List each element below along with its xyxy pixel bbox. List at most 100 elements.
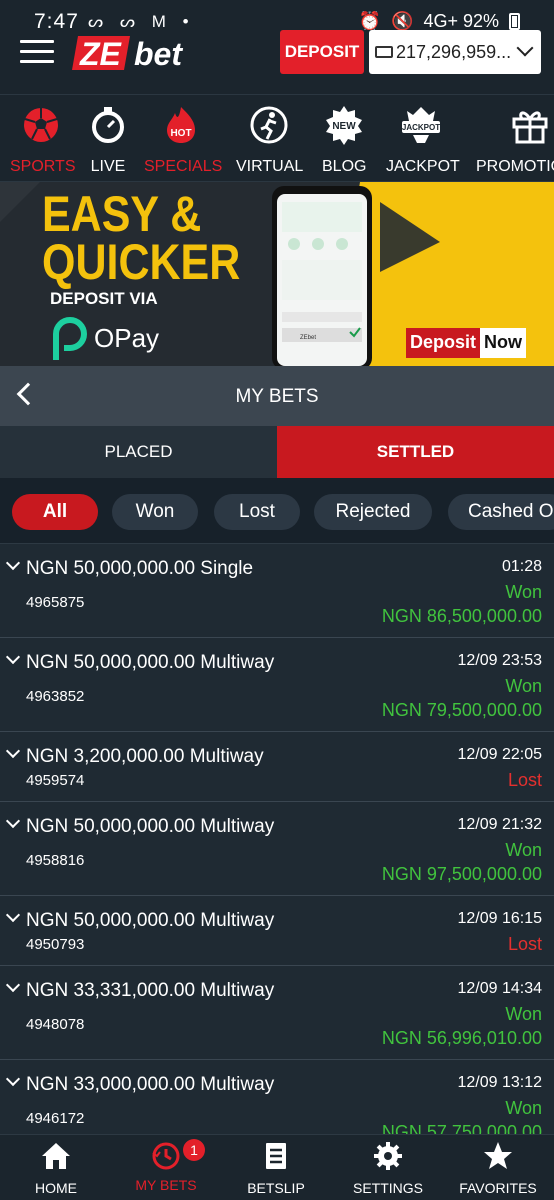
bottom-nav-label: MY BETS [135,1177,197,1193]
bet-title: NGN 33,331,000.00 Multiway [26,980,275,1001]
bet-row[interactable]: NGN 3,200,000.00 Multiway 4959574 12/09 … [0,732,554,802]
bet-title: NGN 50,000,000.00 Multiway [26,910,275,931]
bet-payout: NGN 79,500,000.00 [381,700,542,720]
bet-payout: NGN 57,750,000.00 [381,1122,542,1134]
svg-text:ZE: ZE [79,36,123,72]
bet-row[interactable]: NGN 50,000,000.00 Multiway 4958816 12/09… [0,802,554,896]
bottom-nav-betslip[interactable]: BETSLIP [226,1141,326,1196]
deposit-now-cta[interactable]: Deposit Now [406,328,527,358]
chevron-down-icon[interactable] [5,1071,21,1087]
bottom-nav-label: FAVORITES [459,1180,537,1196]
bet-status: Won [505,582,542,602]
money-icon [375,46,393,58]
gift-icon [512,111,548,144]
stopwatch-icon [92,107,124,143]
bet-date: 01:28 [501,558,542,575]
bet-date: 12/09 13:12 [457,1074,542,1091]
balance-amount: 217,296,959... [396,41,512,62]
opay-logo: OPay [48,316,159,360]
nav-item-blog[interactable]: NEW BLOG [322,105,366,176]
star-icon [484,1142,512,1169]
bet-status: Lost [507,770,542,790]
promo-banner[interactable]: ZEbet EASY & QUICKER DEPOSIT VIA OPay De… [0,182,554,366]
bet-id: 4946172 [26,1110,85,1127]
bet-title: NGN 33,000,000.00 Multiway [26,1074,275,1095]
nav-label: VIRTUAL [236,158,304,175]
signal-text: 4G+ 92% [423,11,499,31]
chevron-down-icon[interactable] [5,977,21,993]
betslip-icon [266,1143,286,1169]
alarm-icon: ⏰ [358,11,382,31]
bet-status: Won [505,840,542,860]
chevron-down-icon[interactable] [5,813,21,829]
zebet-logo[interactable]: ZE bet [72,34,232,72]
nav-item-live[interactable]: LIVE [88,105,128,176]
bet-title: NGN 50,000,000.00 Single [26,558,254,579]
balance-dropdown[interactable]: 217,296,959... [369,30,541,74]
opay-text: OPay [94,322,160,353]
bet-id: 4963852 [26,688,85,705]
my-bets-icon: 1 [151,1139,205,1171]
banner-sub: DEPOSIT VIA [50,289,158,308]
nav-item-sports[interactable]: SPORTS [10,105,76,176]
tab-settled[interactable]: SETTLED [277,426,554,478]
jackpot-badge-text: JACKPOT [402,123,440,132]
filter-rejected[interactable]: Rejected [314,494,432,530]
bet-date: 12/09 14:34 [457,980,542,997]
bet-row[interactable]: NGN 33,331,000.00 Multiway 4948078 12/09… [0,966,554,1060]
bet-date: 12/09 16:15 [457,910,542,927]
nav-item-specials[interactable]: HOT SPECIALS [144,105,223,176]
chevron-down-icon[interactable] [5,555,21,571]
tab-placed[interactable]: PLACED [0,426,277,478]
hot-flame-icon: HOT [167,107,195,143]
bet-row[interactable]: NGN 50,000,000.00 Multiway 4963852 12/09… [0,638,554,732]
filter-cashed-out[interactable]: Cashed O [448,494,554,530]
bet-status: Won [505,676,542,696]
bottom-nav-home[interactable]: HOME [6,1141,106,1196]
bottom-nav-label: SETTINGS [352,1180,423,1196]
menu-icon[interactable] [20,40,54,64]
bet-title: NGN 50,000,000.00 Multiway [26,652,275,673]
bet-id: 4958816 [26,852,85,869]
chevron-down-icon[interactable] [5,907,21,923]
bet-id: 4948078 [26,1016,85,1033]
nav-label: SPECIALS [144,158,223,175]
bet-id: 4950793 [26,936,85,953]
bottom-nav-settings[interactable]: SETTINGS [338,1141,438,1196]
bet-date: 12/09 21:32 [457,816,542,833]
bet-payout: NGN 86,500,000.00 [381,606,542,626]
filter-all[interactable]: All [12,494,98,530]
notification-icons: ᔕ ᔕ M • [88,12,195,31]
chevron-down-icon[interactable] [5,743,21,759]
bottom-nav-my-bets[interactable]: 1 MY BETS [116,1139,216,1193]
chevron-down-icon[interactable] [5,649,21,665]
bottom-nav-favorites[interactable]: FAVORITES [448,1141,548,1196]
soccer-ball-icon [24,108,58,142]
bet-title: NGN 50,000,000.00 Multiway [26,816,275,837]
bet-row[interactable]: NGN 50,000,000.00 Single 4965875 01:28 W… [0,544,554,638]
bet-list: NGN 50,000,000.00 Single 4965875 01:28 W… [0,544,554,1134]
svg-text:bet: bet [134,36,183,72]
bet-payout: NGN 56,996,010.00 [381,1028,542,1048]
bet-row[interactable]: NGN 33,000,000.00 Multiway 4946172 12/09… [0,1060,554,1134]
nav-item-virtual[interactable]: VIRTUAL [236,105,304,176]
bet-count-badge: 1 [183,1139,205,1161]
bet-date: 12/09 22:05 [457,746,542,763]
bet-date: 12/09 23:53 [457,652,542,669]
hot-badge-text: HOT [170,128,191,139]
banner-headline-1: EASY & [42,186,202,242]
bet-row[interactable]: NGN 50,000,000.00 Multiway 4950793 12/09… [0,896,554,966]
cta-deposit: Deposit [406,328,481,358]
nav-label: SPORTS [10,158,76,175]
mute-icon: 🔇 [391,11,414,31]
nav-item-jackpot[interactable]: JACKPOT JACKPOT [386,105,460,176]
bottom-nav-label: HOME [35,1180,77,1196]
svg-text:ZEbet: ZEbet [300,335,316,341]
nav-label: JACKPOT [386,158,460,175]
virtual-player-icon [250,106,288,144]
bet-tabs: PLACED SETTLED [0,426,554,478]
nav-item-promotions[interactable]: PROMOTIO [476,105,554,176]
filter-won[interactable]: Won [112,494,198,530]
deposit-button[interactable]: DEPOSIT [280,30,364,74]
filter-lost[interactable]: Lost [214,494,300,530]
